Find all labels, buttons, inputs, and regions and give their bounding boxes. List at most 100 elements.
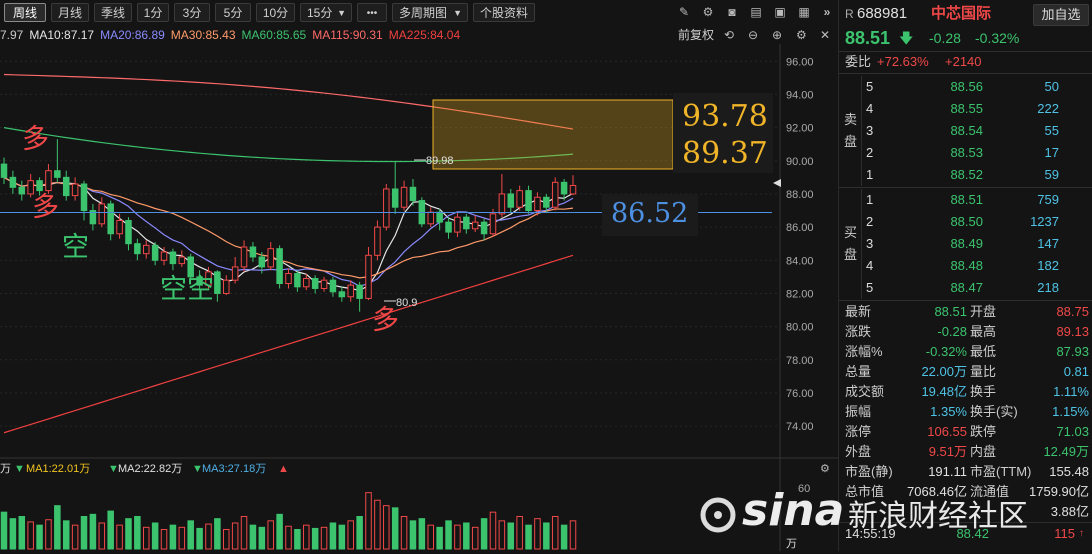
layout-icon[interactable]: ▣ — [773, 5, 787, 19]
stat-label: 涨跌 — [845, 324, 872, 339]
sell-level-row[interactable]: 3 88.54 55 — [839, 120, 1092, 142]
buy-level-row[interactable]: 1 88.51 759 — [839, 189, 1092, 211]
volume-bar — [214, 518, 221, 550]
volume-bar — [471, 526, 479, 550]
price-row: 88.51 🡇 -0.28 -0.32% — [839, 26, 1092, 50]
period-10min-button[interactable]: 10分 — [256, 3, 295, 22]
candle-body — [391, 188, 399, 208]
draw-tool-icon[interactable]: ✎ — [677, 5, 691, 19]
volume-bar — [409, 520, 417, 550]
stat-label: 内盘 — [970, 444, 997, 459]
more-periods-button[interactable]: ••• — [357, 3, 387, 22]
stat-label: 量比 — [970, 364, 997, 379]
buy-price: 88.51 — [950, 192, 983, 207]
buy-level-row[interactable]: 2 88.50 1237 — [839, 211, 1092, 233]
period-quarterly-button[interactable]: 季线 — [94, 3, 132, 22]
volume-bar — [276, 513, 283, 550]
stat-row: 涨停 106.55 跌停 71.03 — [839, 422, 1092, 442]
stock-info-button[interactable]: 个股资料 — [473, 3, 535, 22]
volume-bar — [400, 516, 408, 550]
volume-bar — [27, 521, 34, 550]
double-chevron-right-icon[interactable]: » — [820, 5, 834, 19]
candle-body — [551, 181, 559, 208]
volume-bar — [436, 526, 443, 550]
stat-value: 19.48亿 — [921, 384, 967, 399]
stat-label: 流通值 — [970, 484, 1010, 499]
buy-level-row[interactable]: 3 88.49 147 — [839, 233, 1092, 255]
period-15min-dropdown[interactable]: 15分 ▼ — [300, 3, 352, 22]
current-price-label: 86.52 — [611, 198, 688, 229]
stat-value: -0.32% — [925, 344, 967, 359]
buy-level-row[interactable]: 5 88.47 218 — [839, 277, 1092, 299]
candle-body — [107, 203, 114, 235]
stat-label: 最新 — [845, 304, 872, 319]
zoom-in-icon[interactable]: ⊕ — [772, 26, 782, 44]
candle-body — [543, 196, 550, 208]
volume-bar — [71, 524, 79, 550]
multi-period-dropdown[interactable]: 多周期图 ▼ — [392, 3, 468, 22]
volume-bar — [356, 516, 363, 550]
candle-body — [54, 170, 61, 178]
candle-body — [560, 181, 568, 195]
target-high-label: 93.78 — [682, 99, 768, 134]
volume-bar — [534, 518, 541, 550]
reset-icon[interactable]: ⟲ — [724, 26, 734, 44]
stat-value: 87.93 — [1056, 344, 1089, 359]
fuquan-toggle[interactable]: 前复权 — [678, 26, 714, 44]
sell-level-row[interactable]: 5 88.56 50 — [839, 76, 1092, 98]
candle-body — [498, 193, 506, 215]
notes-icon[interactable]: ▤ — [749, 5, 763, 19]
kline-chart-svg[interactable]: 96.00 94.00 92.00 90.00 88.00 86.00 84.00 82.00… — [0, 44, 838, 551]
grid-icon[interactable]: ▦ — [797, 5, 811, 19]
candle-body — [463, 216, 470, 230]
add-watchlist-button[interactable]: 加自选 — [1033, 4, 1089, 26]
sell-level-row[interactable]: 4 88.55 222 — [839, 98, 1092, 120]
buy-volume: 218 — [1037, 280, 1059, 295]
ma10-value: MA10:87.17 — [29, 28, 95, 42]
stat-value: 191.11 — [928, 464, 967, 479]
volume-bar — [160, 529, 168, 550]
weibi-pct: +72.63% — [877, 54, 929, 69]
candle-body — [445, 221, 452, 233]
candle-body — [116, 219, 123, 235]
sell-volume: 17 — [1044, 145, 1059, 160]
volume-bar — [196, 527, 203, 550]
settings-gear-icon[interactable]: ⚙ — [701, 5, 715, 19]
sell-level-num: 2 — [866, 145, 874, 160]
kline-chart-area[interactable]: 96.00 94.00 92.00 90.00 88.00 86.00 84.00 82.00… — [0, 44, 838, 551]
period-monthly-button[interactable]: 月线 — [51, 3, 89, 22]
zoom-out-icon[interactable]: ⊖ — [748, 26, 758, 44]
candle-body — [471, 221, 479, 230]
close-icon[interactable]: ✕ — [820, 26, 830, 44]
period-weekly-button[interactable]: 周线 — [4, 3, 46, 22]
stat-label: 振幅 — [845, 404, 872, 419]
ma20-value: MA20:86.89 — [100, 28, 165, 42]
partial-row: 3.88亿 — [839, 502, 1092, 522]
candle-body — [516, 190, 523, 208]
ma115-value: MA115:90.31 — [312, 28, 383, 42]
weibi-label: 委比 — [845, 54, 872, 69]
ma225-value: MA225:84.04 — [388, 28, 461, 42]
buy-level-row[interactable]: 4 88.48 182 — [839, 255, 1092, 277]
period-1min-button[interactable]: 1分 — [137, 3, 169, 22]
stat-value: 71.03 — [1056, 424, 1089, 439]
sell-level-num: 3 — [866, 123, 874, 138]
period-3min-button[interactable]: 3分 — [174, 3, 210, 22]
candle-body — [436, 211, 443, 223]
volume-bar — [249, 524, 257, 550]
buy-level-num: 5 — [866, 280, 874, 295]
sell-level-row[interactable]: 1 88.52 59 — [839, 164, 1092, 186]
candle-body — [329, 279, 337, 293]
y-tick-label: 74.00 — [786, 421, 814, 433]
ma-first-value: 7.97 — [0, 28, 24, 42]
candle-body — [240, 246, 248, 268]
sell-level-row[interactable]: 2 88.53 17 — [839, 142, 1092, 164]
screenshot-camera-icon[interactable]: ◙ — [725, 5, 739, 19]
period-5min-button[interactable]: 5分 — [215, 3, 251, 22]
vol-settings-icon: ⚙ — [820, 463, 830, 475]
chart-settings-icon[interactable]: ⚙ — [796, 26, 807, 44]
vol-prefix: 万 — [0, 463, 11, 475]
y-tick-label: 88.00 — [786, 189, 814, 201]
candle-body — [267, 248, 274, 268]
volume-bar — [498, 520, 506, 550]
